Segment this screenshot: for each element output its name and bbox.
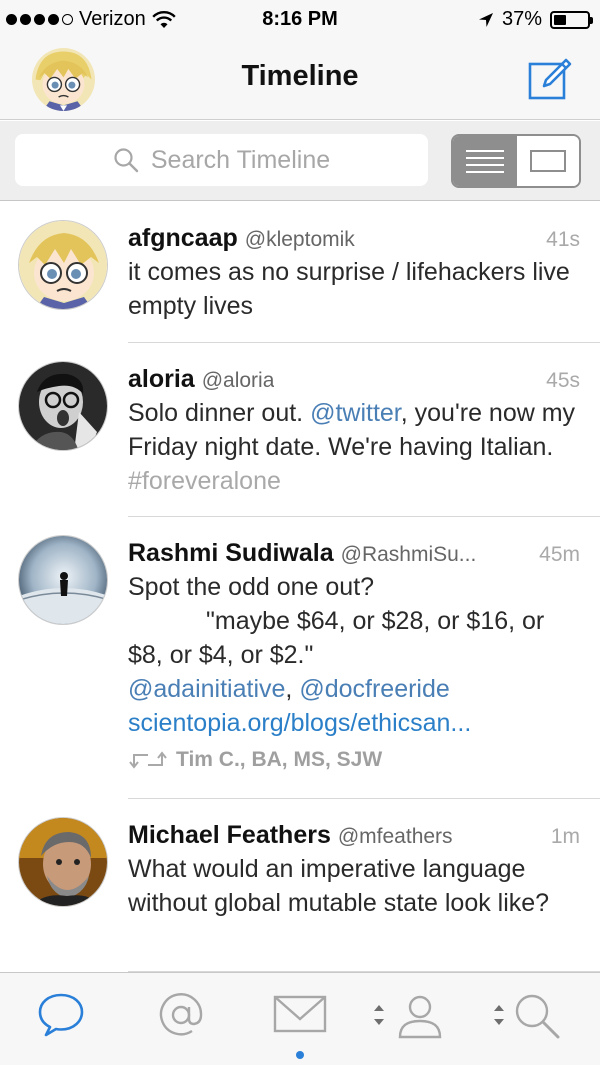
battery-icon — [550, 10, 593, 29]
tweet-timestamp: 1m — [550, 825, 580, 848]
compose-button[interactable] — [526, 56, 574, 104]
fisheye-photo-icon — [19, 536, 107, 624]
tweet-item[interactable]: aloria @aloria 45s Solo dinner out. @twi… — [18, 343, 600, 517]
tweet-avatar[interactable] — [18, 535, 108, 625]
compose-icon — [528, 58, 572, 100]
person-photo-icon — [19, 818, 107, 906]
tweet-avatar[interactable] — [18, 817, 108, 907]
battery-percent: 37% — [501, 8, 542, 30]
tweet-avatar[interactable] — [18, 361, 108, 451]
search-tab[interactable] — [490, 991, 570, 1041]
tweet-author-name[interactable]: aloria — [128, 365, 195, 394]
anime-avatar-icon — [32, 48, 95, 111]
tweet-text: it comes as no surprise / lifehackers li… — [128, 258, 570, 320]
tweet-hashtag[interactable]: #foreveralone — [128, 467, 281, 495]
tweet-mention[interactable]: @twitter — [310, 399, 401, 427]
person-photo-icon — [19, 362, 107, 450]
list-view-button[interactable] — [453, 136, 517, 186]
tweet-mentions: @adainitiative, @docfreeride — [128, 672, 580, 706]
mentions-tab[interactable] — [156, 991, 206, 1041]
unread-indicator — [296, 1051, 304, 1059]
tweet-author-handle: @kleptomik — [244, 228, 355, 251]
tweet-quote: "maybe $64, or $28, or $16, or $8, or $4… — [128, 604, 580, 672]
tab-bar — [0, 972, 600, 1065]
status-right: 37% — [478, 8, 593, 31]
tweet-author-name[interactable]: Michael Feathers — [128, 821, 331, 850]
card-view-button[interactable] — [517, 136, 579, 186]
account-avatar[interactable] — [32, 48, 95, 111]
retweeted-by[interactable]: Tim C., BA, MS, SJW — [176, 748, 382, 772]
tweet-mention[interactable]: @adainitiative — [128, 675, 285, 703]
search-switcher-icon — [494, 994, 560, 1039]
search-area: Search Timeline — [0, 121, 600, 201]
location-arrow-icon — [478, 12, 493, 27]
tweet-text: Spot the odd one out? "maybe $64, or $28… — [128, 570, 580, 740]
view-mode-toggle[interactable] — [451, 134, 581, 188]
retweet-icon — [129, 751, 167, 769]
nav-bar: Timeline — [0, 40, 600, 120]
tweet-item[interactable]: Rashmi Sudiwala @RashmiSu... 45m Spot th… — [18, 517, 600, 799]
speech-bubble-icon — [38, 993, 84, 1037]
timeline-tab[interactable] — [36, 991, 86, 1041]
tweet-author-handle: @mfeathers — [337, 825, 453, 848]
at-sign-icon — [159, 993, 203, 1036]
retweet-info: Tim C., BA, MS, SJW — [128, 748, 580, 772]
tweet-avatar[interactable] — [18, 220, 108, 310]
tweet-text-part: "maybe $64, or $28, or $16, or $8, or $4… — [128, 607, 545, 669]
timeline-list[interactable]: afgncaap @kleptomik 41s it comes as no s… — [0, 202, 600, 972]
search-input[interactable]: Search Timeline — [15, 134, 428, 186]
tweet-timestamp: 41s — [546, 228, 580, 251]
tweet-timestamp: 45m — [539, 543, 580, 566]
search-icon — [114, 148, 139, 173]
tweet-author-handle: @RashmiSu... — [340, 543, 477, 566]
card-view-icon — [530, 150, 566, 172]
tweet-text-part: Spot the odd one out? — [128, 573, 375, 601]
tweet-item[interactable]: afgncaap @kleptomik 41s it comes as no s… — [18, 202, 600, 343]
mention-separator: , — [285, 675, 300, 703]
status-bar: Verizon 8:16 PM 37% — [0, 0, 600, 40]
tweet-item[interactable]: Michael Feathers @mfeathers 1m What woul… — [18, 799, 600, 972]
messages-tab[interactable] — [272, 991, 328, 1041]
tweet-text-part: Solo dinner out. — [128, 399, 311, 427]
tweet-author-name[interactable]: Rashmi Sudiwala — [128, 539, 334, 568]
envelope-icon — [273, 995, 327, 1033]
tweet-author-name[interactable]: afgncaap — [128, 224, 238, 253]
account-switcher-icon — [374, 995, 442, 1039]
tweet-text: What would an imperative language withou… — [128, 855, 550, 917]
tweet-author-handle: @aloria — [201, 369, 275, 392]
anime-avatar-icon — [19, 221, 107, 309]
tweet-text: Solo dinner out. @twitter, you're now my… — [128, 396, 580, 498]
tweet-timestamp: 45s — [546, 369, 580, 392]
tweet-link[interactable]: scientopia.org/blogs/ethicsan... — [128, 706, 580, 740]
search-placeholder: Search Timeline — [150, 145, 331, 174]
profile-tab[interactable] — [370, 991, 450, 1041]
tweet-mention[interactable]: @docfreeride — [299, 675, 449, 703]
battery-fill — [554, 14, 566, 25]
